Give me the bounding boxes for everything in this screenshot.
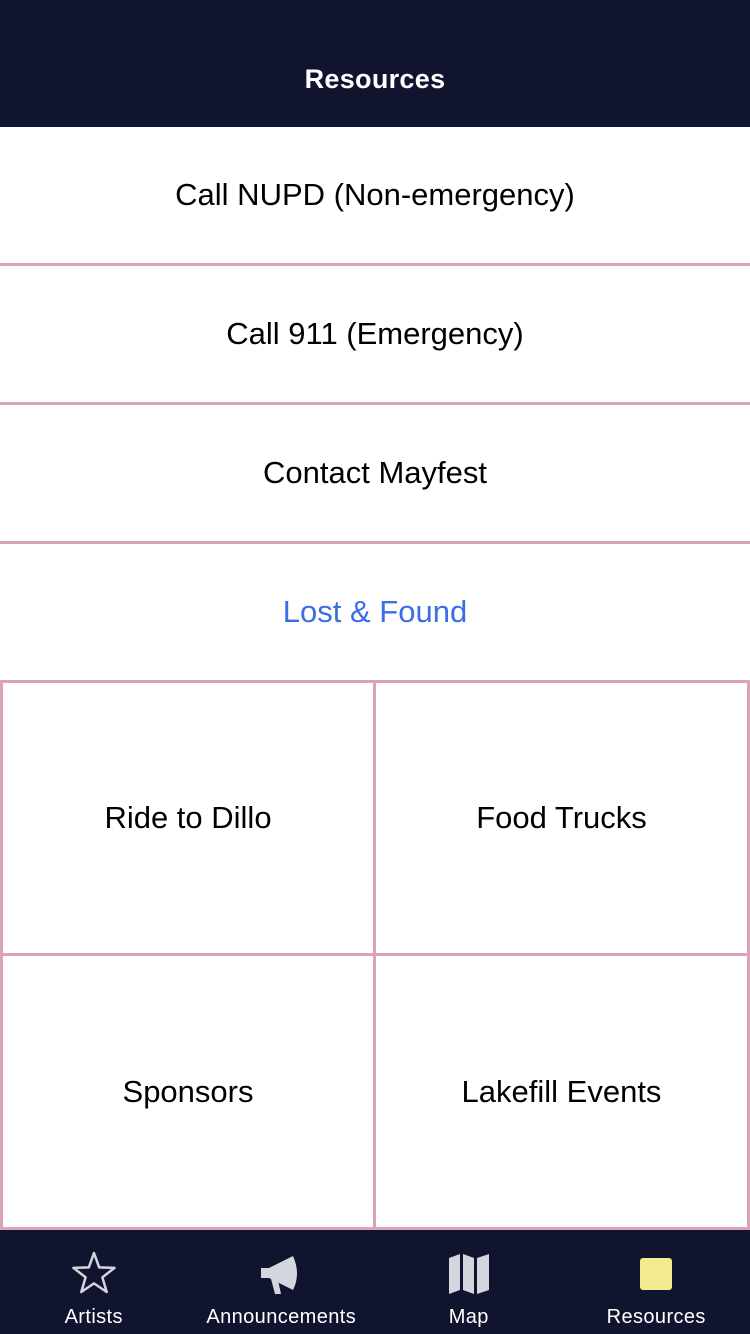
- tab-map[interactable]: Map: [375, 1230, 563, 1334]
- tab-announcements[interactable]: Announcements: [188, 1230, 376, 1334]
- star-icon: [70, 1250, 118, 1298]
- square-icon: [632, 1250, 680, 1298]
- food-trucks-label: Food Trucks: [476, 800, 647, 835]
- tab-map-label: Map: [448, 1306, 489, 1328]
- tab-announcements-label: Announcements: [206, 1306, 357, 1328]
- contact-mayfest-label: Contact Mayfest: [263, 455, 487, 490]
- lakefill-events-button[interactable]: Lakefill Events: [373, 953, 750, 1230]
- sponsors-label: Sponsors: [122, 1073, 254, 1109]
- call-911-label: Call 911 (Emergency): [226, 316, 524, 351]
- megaphone-icon: [257, 1250, 305, 1298]
- tab-bar: Artists Announcements Map Resources: [0, 1230, 750, 1334]
- ride-to-dillo-label: Ride to Dillo: [104, 800, 272, 835]
- call-911-button[interactable]: Call 911 (Emergency): [0, 266, 750, 405]
- sponsors-button[interactable]: Sponsors: [0, 953, 376, 1230]
- lakefill-events-label: Lakefill Events: [461, 1073, 662, 1109]
- page-title: Resources: [304, 64, 446, 94]
- call-nupd-label: Call NUPD (Non-emergency): [175, 177, 575, 212]
- ride-to-dillo-button[interactable]: Ride to Dillo: [0, 680, 376, 956]
- contact-mayfest-button[interactable]: Contact Mayfest: [0, 405, 750, 544]
- tab-resources[interactable]: Resources: [563, 1230, 750, 1334]
- tab-resources-label: Resources: [606, 1306, 706, 1328]
- tab-artists-label: Artists: [64, 1306, 123, 1328]
- tab-artists[interactable]: Artists: [0, 1230, 188, 1334]
- map-icon: [445, 1250, 493, 1298]
- navigation-bar: Resources: [0, 0, 750, 127]
- lost-found-link[interactable]: Lost & Found: [0, 544, 750, 680]
- call-nupd-button[interactable]: Call NUPD (Non-emergency): [0, 127, 750, 266]
- lost-found-label: Lost & Found: [282, 594, 468, 629]
- food-trucks-button[interactable]: Food Trucks: [373, 680, 750, 956]
